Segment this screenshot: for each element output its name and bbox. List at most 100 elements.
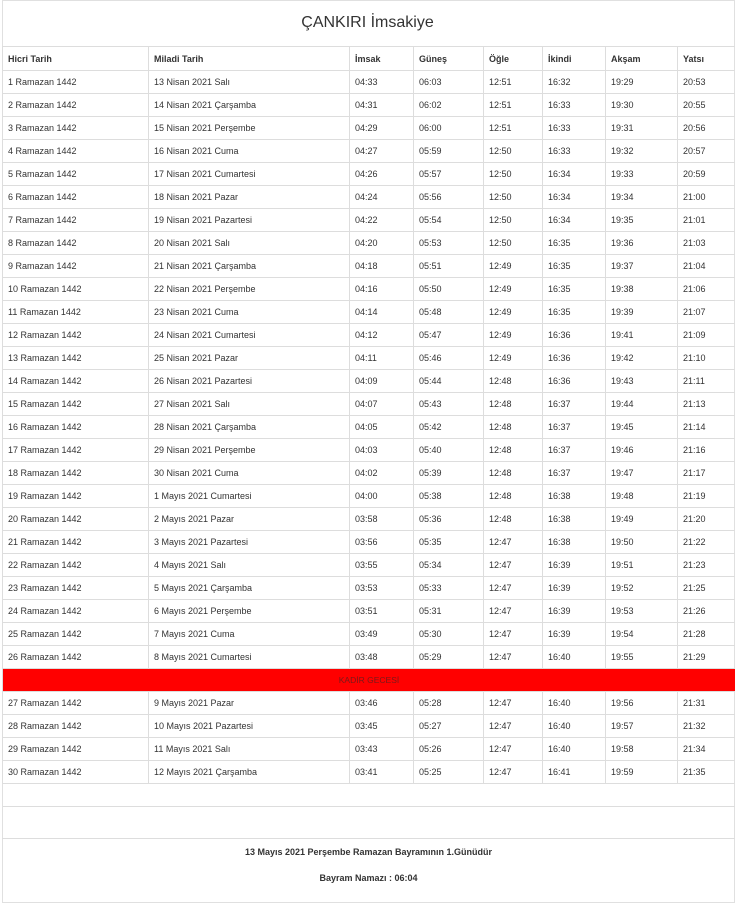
miladi-cell: 1 Mayıs 2021 Cumartesi [148,484,350,508]
table-row: 28 Ramazan 1442 10 Mayıs 2021 Pazartesi 03… [2,714,735,738]
yatsi-cell: 21:19 [677,484,735,508]
yatsi-cell: 21:20 [677,507,735,531]
miladi-cell: 23 Nisan 2021 Cuma [148,300,350,324]
ogle-cell: 12:47 [483,576,543,600]
miladi-cell: 29 Nisan 2021 Perşembe [148,438,350,462]
table-row: 17 Ramazan 1442 29 Nisan 2021 Perşembe 04:… [2,438,735,462]
gunes-cell: 06:00 [413,116,484,140]
hicri-cell: 22 Ramazan 1442 [2,553,149,577]
gunes-cell: 05:47 [413,323,484,347]
imsak-cell: 03:49 [349,622,414,646]
imsak-cell: 03:56 [349,530,414,554]
gunes-cell: 05:42 [413,415,484,439]
empty-cell [483,783,543,807]
miladi-cell: 17 Nisan 2021 Cumartesi [148,162,350,186]
ikindi-cell: 16:35 [542,300,606,324]
hicri-cell: 12 Ramazan 1442 [2,323,149,347]
ikindi-cell: 16:34 [542,185,606,209]
col-header-gunes: Güneş [413,46,484,71]
miladi-cell: 4 Mayıs 2021 Salı [148,553,350,577]
aksam-cell: 19:45 [605,415,678,439]
gunes-cell: 05:51 [413,254,484,278]
table-row: 12 Ramazan 1442 24 Nisan 2021 Cumartesi 04… [2,323,735,347]
gunes-cell: 05:53 [413,231,484,255]
ikindi-cell: 16:40 [542,645,606,669]
imsak-cell: 04:14 [349,300,414,324]
kadir-gecesi-row: KADİR GECESİ [2,668,735,692]
hicri-cell: 26 Ramazan 1442 [2,645,149,669]
yatsi-cell: 21:07 [677,300,735,324]
table-row: 11 Ramazan 1442 23 Nisan 2021 Cuma 04:14 05… [2,300,735,324]
hicri-cell: 29 Ramazan 1442 [2,737,149,761]
ikindi-cell: 16:38 [542,507,606,531]
table-row: 4 Ramazan 1442 16 Nisan 2021 Cuma 04:27 05:… [2,139,735,163]
table-row: 20 Ramazan 1442 2 Mayıs 2021 Pazar 03:58 05… [2,507,735,531]
aksam-cell: 19:34 [605,185,678,209]
gunes-cell: 06:02 [413,93,484,117]
yatsi-cell: 21:25 [677,576,735,600]
aksam-cell: 19:36 [605,231,678,255]
hicri-cell: 17 Ramazan 1442 [2,438,149,462]
table-row: 30 Ramazan 1442 12 Mayıs 2021 Çarşamba 03:… [2,760,735,784]
imsak-cell: 04:31 [349,93,414,117]
imsak-cell: 04:09 [349,369,414,393]
bayram-namazi-text: Bayram Namazı : 06:04 [319,873,418,883]
miladi-cell: 30 Nisan 2021 Cuma [148,461,350,485]
aksam-cell: 19:58 [605,737,678,761]
imsak-cell: 03:43 [349,737,414,761]
ikindi-cell: 16:38 [542,484,606,508]
imsak-cell: 04:05 [349,415,414,439]
yatsi-cell: 21:29 [677,645,735,669]
aksam-cell: 19:39 [605,300,678,324]
ikindi-cell: 16:37 [542,392,606,416]
col-header-miladi: Miladi Tarih [148,46,350,71]
yatsi-cell: 20:53 [677,70,735,94]
yatsi-cell: 21:32 [677,714,735,738]
hicri-cell: 11 Ramazan 1442 [2,300,149,324]
gunes-cell: 05:46 [413,346,484,370]
hicri-cell: 10 Ramazan 1442 [2,277,149,301]
miladi-cell: 25 Nisan 2021 Pazar [148,346,350,370]
ogle-cell: 12:50 [483,139,543,163]
col-header-aksam: Akşam [605,46,678,71]
ogle-cell: 12:48 [483,369,543,393]
hicri-cell: 7 Ramazan 1442 [2,208,149,232]
bayram-text: 13 Mayıs 2021 Perşembe Ramazan Bayramını… [244,847,493,857]
imsak-cell: 03:53 [349,576,414,600]
aksam-cell: 19:57 [605,714,678,738]
table-row: 5 Ramazan 1442 17 Nisan 2021 Cumartesi 04:… [2,162,735,186]
imsak-cell: 04:20 [349,231,414,255]
hicri-cell: 18 Ramazan 1442 [2,461,149,485]
imsak-cell: 04:07 [349,392,414,416]
aksam-cell: 19:44 [605,392,678,416]
imsak-cell: 03:48 [349,645,414,669]
gunes-cell: 05:48 [413,300,484,324]
miladi-cell: 12 Mayıs 2021 Çarşamba [148,760,350,784]
imsak-cell: 04:27 [349,139,414,163]
footer-info: 13 Mayıs 2021 Perşembe Ramazan Bayramını… [2,838,735,903]
ikindi-cell: 16:33 [542,93,606,117]
gunes-cell: 05:31 [413,599,484,623]
gunes-cell: 06:03 [413,70,484,94]
col-header-ikindi: İkindi [542,46,606,71]
table-row: 9 Ramazan 1442 21 Nisan 2021 Çarşamba 04:1… [2,254,735,278]
yatsi-cell: 21:11 [677,369,735,393]
gunes-cell: 05:43 [413,392,484,416]
aksam-cell: 19:32 [605,139,678,163]
imsak-cell: 04:26 [349,162,414,186]
ikindi-cell: 16:35 [542,254,606,278]
miladi-cell: 26 Nisan 2021 Pazartesi [148,369,350,393]
yatsi-cell: 21:13 [677,392,735,416]
ogle-cell: 12:47 [483,714,543,738]
table-row: 22 Ramazan 1442 4 Mayıs 2021 Salı 03:55 05:… [2,553,735,577]
table-row: 2 Ramazan 1442 14 Nisan 2021 Çarşamba 04:3… [2,93,735,117]
gunes-cell: 05:40 [413,438,484,462]
aksam-cell: 19:35 [605,208,678,232]
ikindi-cell: 16:39 [542,553,606,577]
empty-cell [605,783,678,807]
aksam-cell: 19:33 [605,162,678,186]
miladi-cell: 19 Nisan 2021 Pazartesi [148,208,350,232]
miladi-cell: 7 Mayıs 2021 Cuma [148,622,350,646]
imsak-cell: 03:58 [349,507,414,531]
hicri-cell: 9 Ramazan 1442 [2,254,149,278]
